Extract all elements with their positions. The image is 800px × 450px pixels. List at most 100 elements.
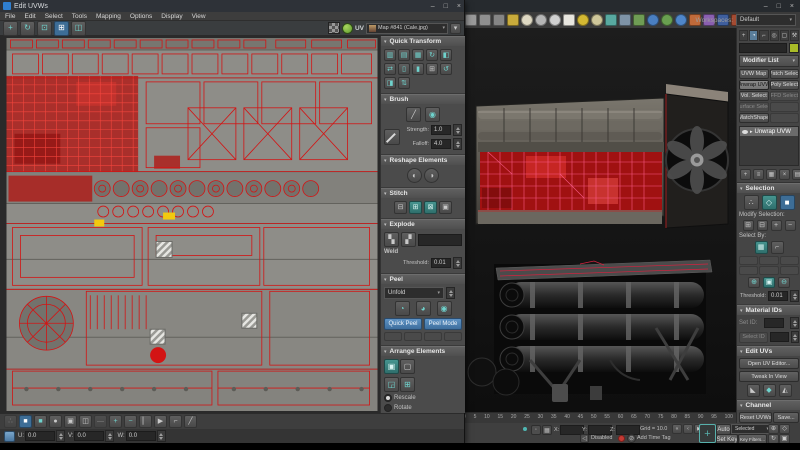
explode-tool-icon[interactable]: ▚ bbox=[384, 232, 399, 247]
quick-transform-icon[interactable]: ▯ bbox=[398, 63, 410, 75]
modify-selection-icon[interactable]: + bbox=[771, 220, 782, 231]
menu-item[interactable]: File bbox=[5, 13, 15, 20]
grow-shrink-icon[interactable]: ⊖ bbox=[778, 277, 790, 288]
modifier-button[interactable]: Patch Select bbox=[770, 69, 800, 79]
add-time-tag-label[interactable]: Add Time Tag bbox=[637, 435, 671, 441]
object-color-swatch[interactable] bbox=[789, 43, 799, 53]
arrange-tool-icon[interactable]: ▢ bbox=[400, 359, 415, 374]
grid-snap-icon[interactable]: ▦ bbox=[542, 425, 552, 435]
create-keyframe-button[interactable]: + bbox=[699, 424, 716, 443]
quick-transform-icon[interactable]: ↺ bbox=[440, 63, 452, 75]
modifier-button[interactable]: MatchShape bbox=[739, 113, 769, 123]
rollout-stitch-header[interactable]: ▾ Stitch bbox=[381, 188, 465, 198]
transform-tool-icon[interactable]: ◫ bbox=[71, 21, 86, 36]
modifier-button[interactable]: UVW Map bbox=[739, 69, 769, 79]
w-field[interactable]: 0.0 bbox=[126, 431, 156, 441]
quick-transform-icon[interactable]: ▤ bbox=[398, 49, 410, 61]
uv-selection-mode-icon[interactable]: ∴ bbox=[4, 415, 17, 428]
toolbar-icon[interactable] bbox=[465, 14, 477, 26]
visibility-eye-icon[interactable] bbox=[742, 130, 748, 134]
arrange-tool-icon[interactable]: ◲ bbox=[384, 377, 399, 392]
stitch-tool-icon[interactable]: ⊠ bbox=[424, 201, 437, 214]
reshape-tool-icon[interactable]: ◑ bbox=[424, 168, 439, 183]
brush-stroke-icon[interactable] bbox=[384, 129, 400, 145]
quick-transform-icon[interactable]: ◨ bbox=[384, 77, 396, 89]
command-panel-tab[interactable]: + bbox=[739, 30, 748, 41]
stack-tool-icon[interactable]: × bbox=[779, 169, 790, 180]
toolbar-icon[interactable] bbox=[619, 14, 631, 26]
subobject-mode-icon[interactable]: ∴ bbox=[744, 195, 759, 210]
peel-icon[interactable]: ◔ bbox=[395, 301, 410, 316]
toolbar-icon[interactable] bbox=[535, 14, 547, 26]
quick-transform-icon[interactable]: ⇅ bbox=[398, 77, 410, 89]
menu-item[interactable]: Select bbox=[45, 13, 63, 20]
maximize-icon[interactable]: □ bbox=[444, 3, 448, 10]
toolbar-icon[interactable] bbox=[507, 14, 519, 26]
stitch-tool-icon[interactable]: ▣ bbox=[439, 201, 452, 214]
toolbar-icon[interactable] bbox=[633, 14, 645, 26]
workspace-dropdown[interactable]: Default ▾ bbox=[736, 14, 796, 26]
menu-item[interactable]: Edit bbox=[24, 13, 35, 20]
show-grid-icon[interactable] bbox=[342, 23, 353, 34]
peel-action-button[interactable]: Quick Peel bbox=[384, 318, 422, 330]
z-field[interactable] bbox=[616, 425, 640, 435]
toolbar-icon[interactable] bbox=[563, 14, 575, 26]
uv-titlebar[interactable]: Edit UVWs – □ × bbox=[0, 0, 464, 12]
modifier-button[interactable]: Surface Select bbox=[739, 102, 769, 112]
viewport-nav-icon[interactable]: ◇ bbox=[779, 424, 790, 434]
modifier-button[interactable]: Unwrap UVW bbox=[739, 80, 769, 90]
reshape-tool-icon[interactable]: ◐ bbox=[407, 168, 422, 183]
brush-tool-icon[interactable]: ◉ bbox=[425, 107, 440, 122]
selection-set-dropdown[interactable]: Selected ▾ bbox=[731, 424, 773, 434]
toolbar-icon[interactable] bbox=[647, 14, 659, 26]
object-name-field[interactable] bbox=[739, 43, 787, 53]
select-by-icon[interactable]: ⌐ bbox=[771, 241, 784, 254]
uv-selection-mode-icon[interactable]: ▶ bbox=[154, 415, 167, 428]
transform-tool-icon[interactable]: ↻ bbox=[20, 21, 35, 36]
tweak-in-view-button[interactable]: Tweak In View bbox=[739, 371, 799, 382]
uv-selection-mode-icon[interactable]: — bbox=[94, 415, 107, 428]
uv-selection-mode-icon[interactable]: ▣ bbox=[64, 415, 77, 428]
uv-selection-mode-icon[interactable]: ⌐ bbox=[169, 415, 182, 428]
uv-canvas[interactable] bbox=[0, 36, 380, 413]
brush-tool-icon[interactable]: ╱ bbox=[406, 107, 421, 122]
toolbar-icon[interactable] bbox=[591, 14, 603, 26]
transport-button[interactable]: « bbox=[672, 424, 682, 434]
command-panel-tab[interactable]: ⌐ bbox=[759, 30, 768, 41]
v-field[interactable]: 0.0 bbox=[74, 431, 104, 441]
save-uvws-button[interactable]: Save... bbox=[773, 412, 799, 423]
modifier-list-dropdown[interactable]: Modifier List ▾ bbox=[739, 55, 799, 67]
falloff-spinner[interactable] bbox=[453, 138, 462, 150]
reset-uvws-button[interactable]: Reset UVWs bbox=[739, 412, 772, 423]
command-panel-tab[interactable]: ◎ bbox=[770, 30, 779, 41]
toolbar-icon[interactable] bbox=[521, 14, 533, 26]
command-panel-tab[interactable]: ▢ bbox=[780, 30, 789, 41]
toolbar-icon[interactable] bbox=[493, 14, 505, 26]
modifier-button[interactable] bbox=[770, 113, 800, 123]
modifier-button[interactable] bbox=[770, 102, 800, 112]
uv-selection-mode-icon[interactable]: ◫ bbox=[79, 415, 92, 428]
peel-action-button[interactable]: Peel Mode bbox=[424, 318, 462, 330]
explode-tool-icon[interactable]: ▞ bbox=[401, 232, 416, 247]
rollout-arrange-header[interactable]: ▾ Arrange Elements bbox=[381, 346, 465, 356]
texture-dropdown[interactable]: Map #841 (Cale.jpg) ▾ bbox=[366, 23, 448, 34]
quick-transform-icon[interactable]: ↻ bbox=[426, 49, 438, 61]
options-icon[interactable]: ▾ bbox=[450, 23, 461, 34]
close-icon[interactable]: × bbox=[790, 3, 794, 10]
quick-transform-icon[interactable]: ⇄ bbox=[384, 63, 396, 75]
transform-tool-icon[interactable]: + bbox=[3, 21, 18, 36]
uv-selection-mode-icon[interactable]: ■ bbox=[19, 415, 32, 428]
quick-transform-icon[interactable]: ◧ bbox=[440, 49, 452, 61]
command-panel-tab[interactable]: ◔ bbox=[749, 30, 758, 41]
stack-tool-icon[interactable]: ▦ bbox=[766, 169, 777, 180]
peel-spinner[interactable] bbox=[446, 287, 455, 299]
rollout-peel-uv-header[interactable]: ▾ Peel bbox=[381, 274, 465, 284]
minimize-icon[interactable]: – bbox=[431, 3, 435, 10]
stack-tool-icon[interactable]: + bbox=[740, 169, 751, 180]
grow-shrink-icon[interactable]: ▣ bbox=[763, 277, 775, 288]
quick-transform-icon[interactable]: ▮ bbox=[412, 63, 424, 75]
peel-icon[interactable]: ◉ bbox=[437, 301, 452, 316]
modifier-button[interactable]: FFD Select bbox=[770, 91, 800, 101]
menu-item[interactable]: Display bbox=[161, 13, 182, 20]
rollout-material-ids-header[interactable]: ▾ Material IDs bbox=[737, 305, 800, 315]
